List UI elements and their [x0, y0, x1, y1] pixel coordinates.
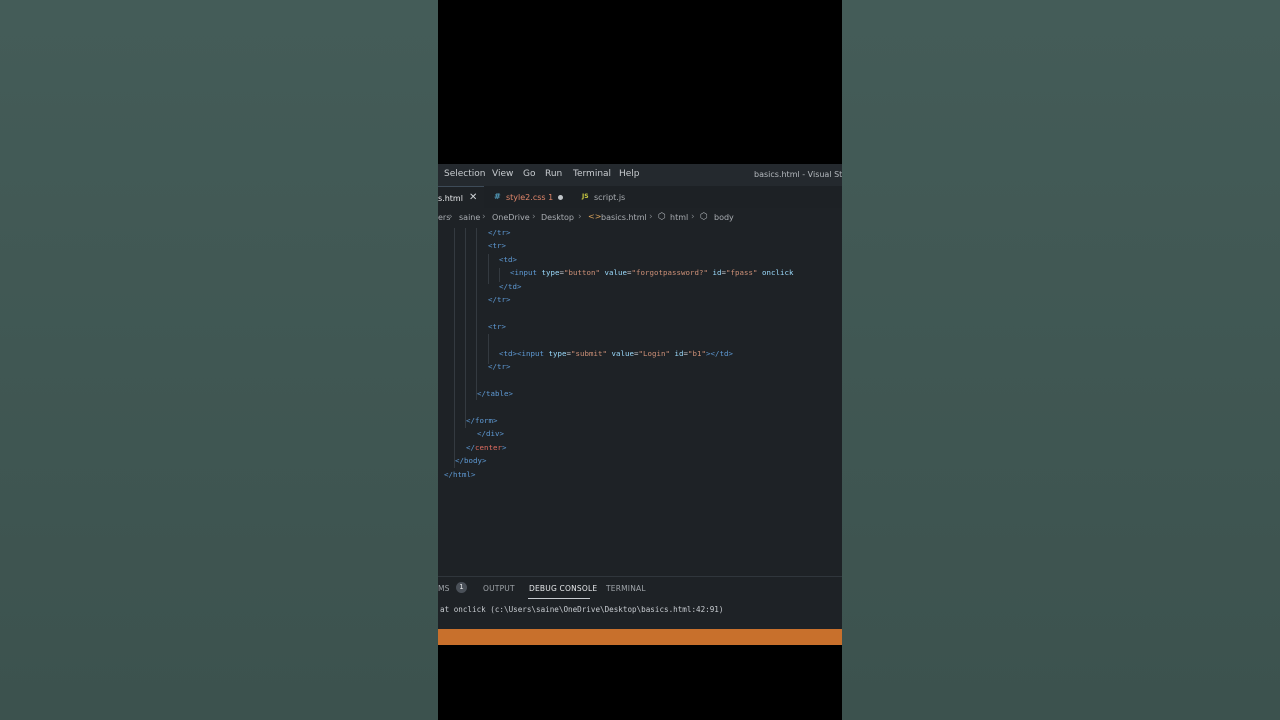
- code-line: <td><input type="submit" value="Login" i…: [499, 349, 733, 358]
- chevron-right-icon: ›: [482, 212, 486, 222]
- breadcrumb-saine[interactable]: saine: [459, 213, 480, 222]
- tab-style2-css[interactable]: # style2.css 1: [486, 186, 570, 208]
- code-token: value: [604, 268, 627, 277]
- css-file-icon: #: [494, 192, 501, 201]
- tab-terminal[interactable]: TERMINAL: [606, 584, 646, 593]
- code-token: >: [502, 443, 507, 452]
- tab-label: style2.css 1: [506, 193, 554, 202]
- html-file-icon: <>: [588, 212, 602, 221]
- tab-basics-html[interactable]: s.html ✕: [438, 186, 484, 209]
- tab-output[interactable]: OUTPUT: [483, 584, 515, 593]
- code-line: </center>: [466, 443, 507, 452]
- tab-problems[interactable]: MS: [438, 584, 450, 593]
- vscode-window: Selection View Go Run Terminal Help basi…: [438, 164, 842, 645]
- indent-guide: [499, 268, 500, 282]
- close-icon[interactable]: ✕: [469, 192, 477, 203]
- menu-view[interactable]: View: [492, 169, 513, 179]
- cube-icon: ⬡: [658, 212, 666, 222]
- code-token: <input: [510, 268, 537, 277]
- breadcrumb-body[interactable]: body: [714, 213, 734, 222]
- code-token: "Login": [638, 349, 670, 358]
- code-line: </form>: [466, 416, 498, 425]
- code-token: "b1": [688, 349, 706, 358]
- code-token: "submit": [571, 349, 607, 358]
- code-token: </: [466, 443, 475, 452]
- tab-label: script.js: [594, 193, 626, 202]
- indent-guide: [476, 228, 477, 400]
- problems-count-badge: 1: [456, 582, 467, 593]
- chevron-right-icon: ›: [532, 212, 536, 222]
- code-token: center: [475, 443, 502, 452]
- code-line: </tr>: [488, 362, 511, 371]
- code-line: </body>: [455, 456, 487, 465]
- breadcrumb-html[interactable]: html: [670, 213, 688, 222]
- code-line: </tr>: [488, 295, 511, 304]
- chevron-right-icon: ›: [449, 212, 453, 222]
- chevron-right-icon: ›: [691, 212, 695, 222]
- breadcrumb-onedrive[interactable]: OneDrive: [492, 213, 530, 222]
- menu-terminal[interactable]: Terminal: [573, 169, 611, 179]
- modified-dot-icon[interactable]: [558, 195, 563, 200]
- editor-tab-bar: s.html ✕ # style2.css 1 JS script.js: [438, 186, 842, 209]
- code-line: <td>: [499, 255, 517, 264]
- code-line: </div>: [477, 429, 504, 438]
- indent-guide: [465, 228, 466, 428]
- indent-guide: [488, 334, 489, 364]
- active-tab-indicator: [528, 598, 590, 599]
- breadcrumb: ers › saine › OneDrive › Desktop › <> ba…: [438, 208, 842, 228]
- js-file-icon: JS: [582, 193, 589, 200]
- status-bar: [438, 629, 842, 645]
- code-line: <tr>: [488, 241, 506, 250]
- tab-label: s.html: [438, 194, 463, 203]
- breadcrumb-desktop[interactable]: Desktop: [541, 213, 574, 222]
- tab-script-js[interactable]: JS script.js: [574, 186, 654, 208]
- code-line: <input type="button" value="forgotpasswo…: [510, 268, 794, 277]
- code-line: </html>: [444, 470, 476, 479]
- menu-help[interactable]: Help: [619, 169, 640, 179]
- code-token: type: [541, 268, 560, 277]
- menu-run[interactable]: Run: [545, 169, 562, 179]
- code-token: "fpass": [726, 268, 758, 277]
- tab-debug-console[interactable]: DEBUG CONSOLE: [529, 584, 597, 593]
- code-token: "forgotpassword?": [631, 268, 708, 277]
- background-left: [0, 0, 438, 720]
- bottom-panel: MS 1 OUTPUT DEBUG CONSOLE TERMINAL at on…: [438, 576, 842, 629]
- code-token: id: [712, 268, 722, 277]
- window-title: basics.html - Visual Studio: [754, 170, 842, 179]
- code-token: value: [611, 349, 634, 358]
- breadcrumb-basics-html[interactable]: basics.html: [601, 213, 647, 222]
- menu-selection[interactable]: Selection: [444, 169, 485, 179]
- indent-guide: [488, 254, 489, 284]
- debug-console-output: at onclick (c:\Users\saine\OneDrive\Desk…: [440, 605, 724, 614]
- code-line: </td>: [499, 282, 522, 291]
- code-token: <td><input: [499, 349, 544, 358]
- code-line: </tr>: [488, 228, 511, 237]
- code-line: <tr>: [488, 322, 506, 331]
- code-token: id: [674, 349, 684, 358]
- code-line: </table>: [477, 389, 513, 398]
- code-token: onclick: [762, 268, 794, 277]
- menu-bar: Selection View Go Run Terminal Help basi…: [438, 164, 842, 186]
- cube-icon: ⬡: [700, 212, 708, 222]
- chevron-right-icon: ›: [578, 212, 582, 222]
- video-frame: Selection View Go Run Terminal Help basi…: [438, 0, 842, 720]
- chevron-right-icon: ›: [649, 212, 653, 222]
- menu-go[interactable]: Go: [523, 169, 535, 179]
- code-token: ></td>: [706, 349, 733, 358]
- code-editor[interactable]: </tr> <tr> <td> <input type="button" val…: [438, 228, 842, 576]
- indent-guide: [454, 228, 455, 468]
- code-token: "button": [564, 268, 600, 277]
- code-token: type: [548, 349, 567, 358]
- background-right: [842, 0, 1280, 720]
